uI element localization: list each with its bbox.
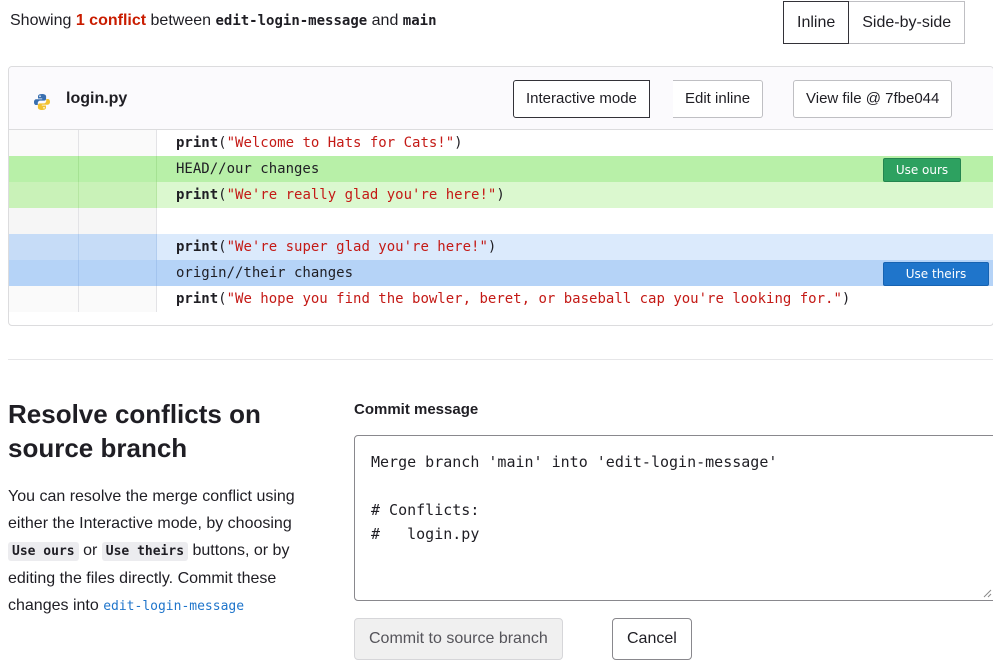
- code-string: "Welcome to Hats for Cats!": [226, 135, 455, 151]
- separator-line: [9, 208, 993, 234]
- code-string: "We hope you find the bowler, beret, or …: [226, 291, 842, 307]
- resolve-desc-or: or: [83, 542, 98, 559]
- code-string: "We're super glad you're here!": [226, 239, 488, 255]
- use-ours-button[interactable]: Use ours: [883, 158, 961, 182]
- side-by-side-view-button[interactable]: Side-by-side: [849, 1, 966, 44]
- commit-to-source-branch-button[interactable]: Commit to source branch: [354, 618, 563, 660]
- ours-marker-text: HEAD//our changes: [176, 161, 320, 177]
- code-paren: ): [487, 239, 497, 255]
- summary-prefix: Showing: [10, 12, 72, 29]
- inline-view-button[interactable]: Inline: [783, 1, 850, 44]
- old-line-gutter: [9, 130, 79, 156]
- new-line-gutter: [79, 286, 157, 312]
- old-line-gutter: [9, 156, 79, 182]
- code-fn: print: [176, 239, 219, 255]
- resize-grip-icon[interactable]: [982, 588, 992, 598]
- code-fn: print: [176, 291, 219, 307]
- code-fn: print: [176, 187, 219, 203]
- code-line: print("We hope you find the bowler, bere…: [9, 286, 993, 312]
- new-line-gutter: [79, 208, 157, 234]
- theirs-header-line: origin//their changes Use theirs: [9, 260, 993, 286]
- conflict-count: 1 conflict: [75, 12, 147, 29]
- python-icon: [34, 94, 50, 110]
- code-paren: (: [218, 135, 227, 151]
- code-paren: ): [454, 135, 463, 151]
- source-branch-code: edit-login-message: [103, 599, 245, 614]
- file-name: login.py: [66, 90, 128, 107]
- code-paren: ): [496, 187, 505, 203]
- code-paren: (: [218, 187, 227, 203]
- old-line-gutter: [9, 234, 79, 260]
- new-line-gutter: [79, 260, 157, 286]
- new-line-gutter: [79, 234, 157, 260]
- old-line-gutter: [9, 286, 79, 312]
- commit-message-label: Commit message: [354, 401, 479, 418]
- old-line-gutter: [9, 260, 79, 286]
- new-line-gutter: [79, 182, 157, 208]
- use-theirs-chip: Use theirs: [101, 542, 189, 561]
- code-paren: (: [218, 291, 227, 307]
- resolve-description: You can resolve the merge conflict using…: [8, 483, 318, 620]
- ours-code-line: print("We're really glad you're here!"): [9, 182, 993, 208]
- code-paren: ): [841, 291, 851, 307]
- conflict-file-card: login.py Interactive mode Edit inline Vi…: [8, 66, 993, 326]
- old-line-gutter: [9, 208, 79, 234]
- code-fn: print: [176, 135, 219, 151]
- file-header: login.py Interactive mode Edit inline Vi…: [9, 67, 993, 130]
- old-line-gutter: [9, 182, 79, 208]
- use-theirs-button[interactable]: Use theirs: [883, 262, 989, 286]
- new-line-gutter: [79, 156, 157, 182]
- section-divider: [8, 359, 993, 360]
- code-line: print("Welcome to Hats for Cats!"): [9, 130, 993, 156]
- conflict-summary: Showing 1 conflict between edit-login-me…: [10, 12, 437, 30]
- view-mode-toggle: Inline Side-by-side: [783, 1, 966, 44]
- ours-header-line: HEAD//our changes Use ours: [9, 156, 993, 182]
- summary-and: and: [371, 12, 399, 29]
- code-string: "We're really glad you're here!": [226, 187, 497, 203]
- code-paren: (: [218, 239, 227, 255]
- resolve-heading: Resolve conflicts on source branch: [8, 399, 261, 463]
- new-line-gutter: [79, 130, 157, 156]
- commit-message-textarea[interactable]: Merge branch 'main' into 'edit-login-mes…: [354, 435, 993, 601]
- interactive-mode-button[interactable]: Interactive mode: [513, 80, 650, 118]
- source-branch-name: edit-login-message: [215, 13, 368, 29]
- edit-inline-button[interactable]: Edit inline: [673, 80, 764, 118]
- theirs-code-line: print("We're super glad you're here!"): [9, 234, 993, 260]
- use-ours-chip: Use ours: [8, 542, 79, 561]
- summary-between: between: [150, 12, 212, 29]
- view-file-button[interactable]: View file @ 7fbe044: [793, 80, 953, 118]
- resolve-desc-text: You can resolve the merge conflict using…: [8, 488, 295, 532]
- cancel-button[interactable]: Cancel: [612, 618, 692, 660]
- target-branch-name: main: [402, 13, 437, 29]
- theirs-marker-text: origin//their changes: [176, 265, 354, 281]
